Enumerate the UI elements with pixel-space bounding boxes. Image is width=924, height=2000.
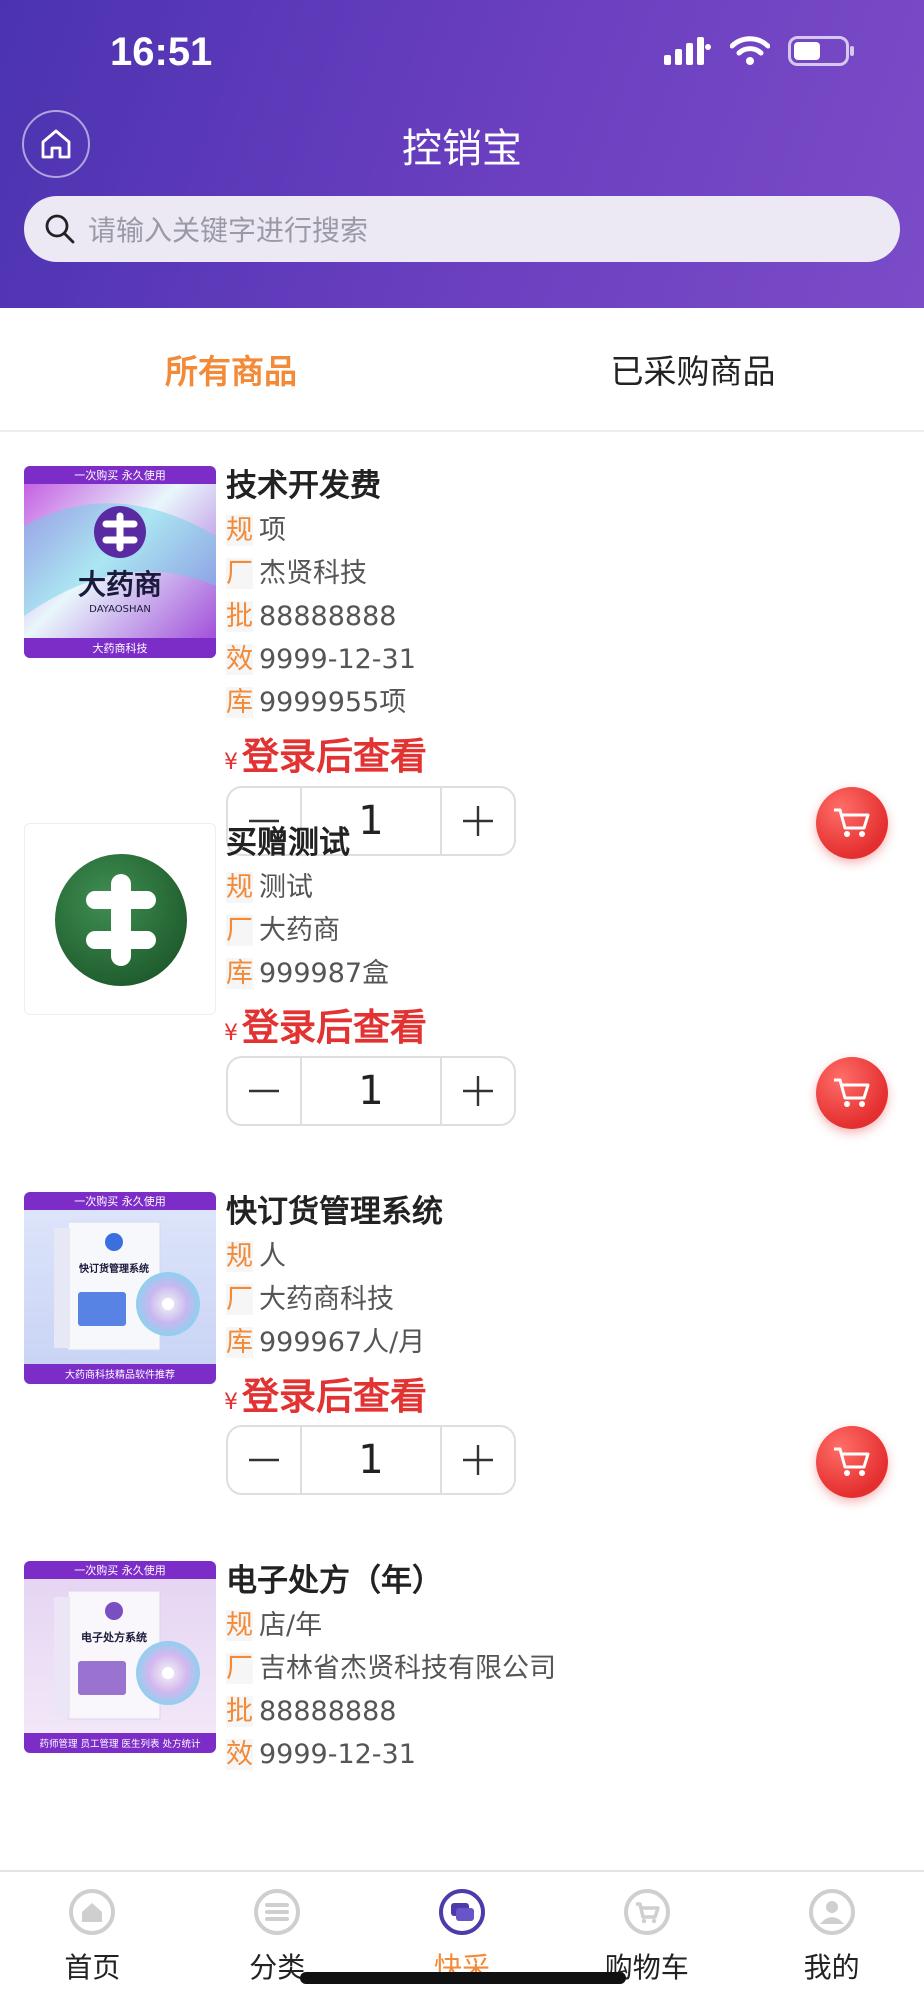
product-manufacturer: 厂大药商科技 [226,1284,394,1315]
home-icon [69,1889,116,1935]
category-icon [254,1889,301,1935]
nav-label: 首页 [64,1951,121,1984]
quick-order-icon [438,1889,485,1935]
cellular-signal-icon [664,37,711,65]
page-title: 控销宝 [402,126,522,172]
nav-profile[interactable]: 我的 [739,1872,924,2000]
product-expiry: 效 9999-12-31 [226,644,416,675]
cart-icon [834,1447,870,1476]
thumb-subtitle: DAYAOSHAN [89,604,151,615]
search-input[interactable]: 请输入关键字进行搜索 [24,196,900,262]
wifi-icon [730,36,770,65]
product-name[interactable]: 快订货管理系统 [226,1186,443,1231]
product-expiry: 效 9999-12-31 [226,1739,416,1770]
thumb-footer: 药师管理 员工管理 医生列表 处方统计 [39,1738,201,1750]
thumb-banner: 一次购买 永久使用 [74,1194,166,1208]
plus-icon [463,806,493,836]
product-list: 一次购买 永久使用 大药商 DAYAOSHAN 大药商科技 技术开发费 规项 厂… [0,432,924,1870]
nav-label: 分类 [249,1951,306,1984]
product-manufacturer: 厂杰贤科技 [226,558,367,589]
status-icons [664,36,854,66]
tab-purchased-products[interactable]: 已采购商品 [462,308,924,430]
quantity-value[interactable]: 1 [300,1058,442,1124]
nav-label: 我的 [803,1951,860,1984]
product-spec: 规人 [226,1241,286,1272]
quantity-stepper: 1 [226,1056,516,1126]
minus-icon [249,1089,279,1093]
product-manufacturer: 厂吉林省杰贤科技有限公司 [226,1653,556,1684]
increase-button[interactable] [442,1427,514,1493]
thumb-footer: 大药商科技精品软件推荐 [65,1368,175,1381]
thumb-banner: 一次购买 永久使用 [74,1563,166,1577]
product-thumbnail[interactable]: 一次购买 永久使用 快订货管理系统 大药商科技精品软件推荐 [24,1192,216,1384]
thumb-title: 大药商 [78,568,162,601]
add-to-cart-button[interactable] [816,787,888,859]
status-time: 16:51 [110,30,213,74]
decrease-button[interactable] [228,1427,300,1493]
home-indicator [300,1972,626,1984]
product-price: ¥ 登录后查看 [224,1006,427,1049]
app-header: 16:51 控销宝 请输入关键字进行搜索 [0,0,924,308]
quantity-stepper: 1 [226,1425,516,1495]
search-placeholder: 请输入关键字进行搜索 [88,214,369,247]
product-price: ¥ 登录后查看 [224,1375,427,1418]
product-batch: 批 88888888 [226,1696,397,1727]
product-name[interactable]: 电子处方（年） [226,1555,443,1600]
thumb-title: 快订货管理系统 [78,1262,149,1275]
tab-all-products[interactable]: 所有商品 [0,308,462,430]
battery-icon [788,36,854,66]
product-spec: 规测试 [226,872,313,903]
product-image [55,854,187,986]
thumb-banner: 一次购买 永久使用 [74,468,166,482]
product-image: 一次购买 永久使用 电子处方系统 药师管理 员工管理 医生列表 处方统计 [24,1561,216,1753]
plus-icon [463,1076,493,1106]
nav-home[interactable]: 首页 [0,1872,185,2000]
quantity-value[interactable]: 1 [300,1427,442,1493]
cart-icon [834,1078,870,1107]
product-image: 一次购买 永久使用 大药商 DAYAOSHAN 大药商科技 [24,466,216,658]
tab-bar: 所有商品 已采购商品 [0,308,924,432]
cart-icon [834,808,870,837]
increase-button[interactable] [442,788,514,854]
product-spec: 规店/年 [226,1610,323,1641]
search-icon [45,214,75,244]
add-to-cart-button[interactable] [816,1426,888,1498]
product-stock: 库 9999955项 [226,687,407,718]
product-stock: 库 999987盒 [226,958,390,989]
plus-icon [463,1445,493,1475]
minus-icon [249,1458,279,1462]
product-price: ¥ 登录后查看 [224,735,427,778]
product-batch: 批 88888888 [226,601,397,632]
product-name[interactable]: 技术开发费 [226,460,381,505]
thumb-title: 电子处方系统 [81,1630,147,1644]
cart-icon [623,1889,670,1935]
thumb-footer: 大药商科技 [93,641,148,655]
product-thumbnail[interactable]: 一次购买 永久使用 电子处方系统 药师管理 员工管理 医生列表 处方统计 [24,1561,216,1753]
product-thumbnail[interactable]: 一次购买 永久使用 大药商 DAYAOSHAN 大药商科技 [24,466,216,658]
increase-button[interactable] [442,1058,514,1124]
add-to-cart-button[interactable] [816,1057,888,1129]
product-stock: 库 999967人/月 [226,1327,426,1358]
product-manufacturer: 厂大药商 [226,915,340,946]
decrease-button[interactable] [228,1058,300,1124]
profile-icon [808,1889,855,1935]
product-image: 一次购买 永久使用 快订货管理系统 大药商科技精品软件推荐 [24,1192,216,1384]
product-spec: 规项 [226,515,286,546]
product-thumbnail[interactable] [24,823,216,1015]
product-name[interactable]: 买赠测试 [226,817,350,862]
